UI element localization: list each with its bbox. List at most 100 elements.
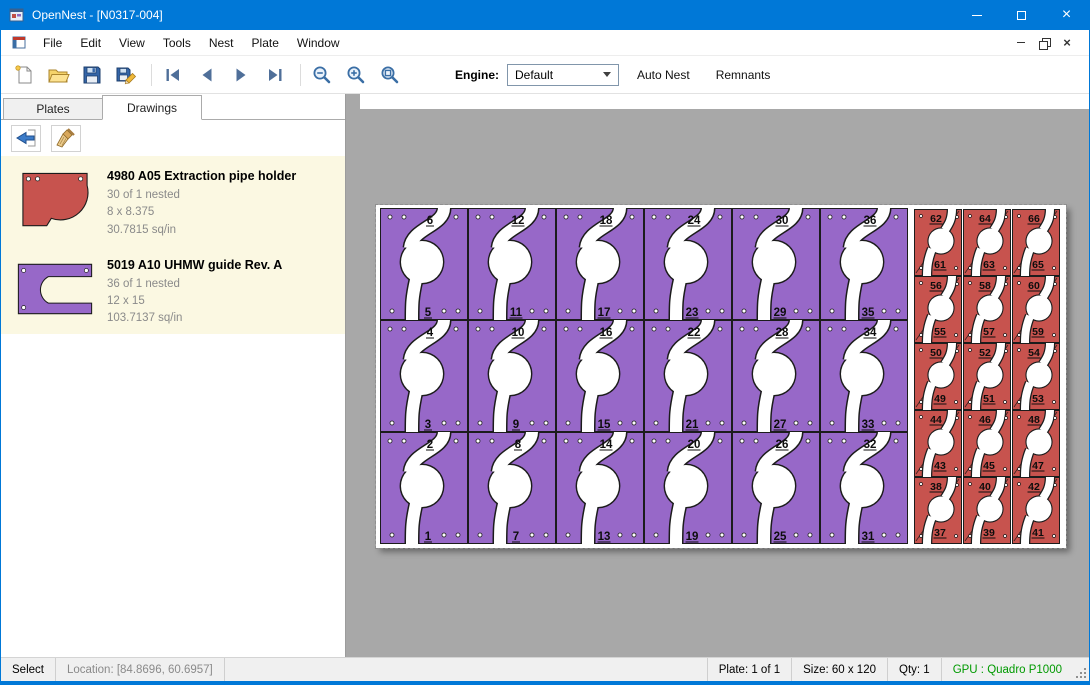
- menu-item-edit[interactable]: Edit: [71, 31, 110, 55]
- svg-text:16: 16: [600, 327, 613, 339]
- window-controls: ×: [954, 0, 1089, 30]
- save-icon: [81, 64, 103, 86]
- zoom-in-button[interactable]: [341, 60, 371, 90]
- svg-text:44: 44: [930, 414, 942, 426]
- minimize-icon: [972, 15, 982, 16]
- engine-selected-value: Default: [515, 68, 553, 82]
- svg-text:21: 21: [686, 419, 699, 431]
- drawing-info: 5019 A10 UHMW guide Rev. A 36 of 1 neste…: [107, 251, 282, 328]
- svg-text:19: 19: [686, 531, 699, 543]
- plate[interactable]: 6512111817242330293635431091615222128273…: [376, 205, 1066, 548]
- svg-text:32: 32: [864, 439, 877, 451]
- svg-text:31: 31: [862, 531, 875, 543]
- svg-text:6: 6: [427, 215, 433, 227]
- save-as-button[interactable]: [111, 60, 141, 90]
- svg-text:10: 10: [512, 327, 525, 339]
- zoom-fit-button[interactable]: [375, 60, 405, 90]
- minimize-button[interactable]: [954, 0, 999, 30]
- svg-text:23: 23: [686, 307, 699, 319]
- menu-item-tools[interactable]: Tools: [154, 31, 200, 55]
- svg-text:26: 26: [776, 439, 789, 451]
- svg-text:41: 41: [1032, 527, 1044, 539]
- menu-item-file[interactable]: File: [34, 31, 71, 55]
- menu-item-view[interactable]: View: [110, 31, 154, 55]
- zoom-out-button[interactable]: [307, 60, 337, 90]
- drawing-item-1[interactable]: 4980 A05 Extraction pipe holder 30 of 1 …: [1, 156, 345, 245]
- assign-part-button[interactable]: [11, 125, 41, 152]
- mdi-restore-icon: [1039, 38, 1049, 48]
- menu-item-nest[interactable]: Nest: [200, 31, 243, 55]
- svg-text:40: 40: [979, 481, 991, 493]
- status-spacer: [225, 658, 707, 681]
- auto-nest-button[interactable]: Auto Nest: [629, 62, 698, 88]
- drawing-block: 4980 A05 Extraction pipe holder 30 of 1 …: [1, 156, 345, 334]
- status-bar: Select Location: [84.8696, 60.6957] Plat…: [1, 657, 1089, 681]
- tab-drawings[interactable]: Drawings: [102, 95, 202, 120]
- tab-plates[interactable]: Plates: [3, 98, 103, 119]
- maximize-button[interactable]: [999, 0, 1044, 30]
- first-arrow-icon: [162, 64, 184, 86]
- prev-arrow-icon: [196, 64, 218, 86]
- svg-text:64: 64: [979, 213, 991, 225]
- menu-item-window[interactable]: Window: [288, 31, 349, 55]
- main-toolbar: Engine: Default Auto Nest Remnants: [1, 56, 1089, 94]
- svg-text:4: 4: [427, 327, 434, 339]
- drawing-item-2[interactable]: 5019 A10 UHMW guide Rev. A 36 of 1 neste…: [1, 245, 345, 334]
- svg-text:51: 51: [983, 393, 995, 405]
- clean-button[interactable]: [51, 125, 81, 152]
- new-button[interactable]: [9, 60, 39, 90]
- svg-text:2: 2: [427, 439, 433, 451]
- save-as-icon: [115, 64, 138, 86]
- menu-item-plate[interactable]: Plate: [243, 31, 288, 55]
- status-location: Location: [84.8696, 60.6957]: [56, 658, 225, 681]
- open-folder-icon: [47, 64, 70, 86]
- svg-text:46: 46: [979, 414, 991, 426]
- svg-text:17: 17: [598, 307, 611, 319]
- drawing-nested-count: 36 of 1 nested: [107, 276, 282, 293]
- save-button[interactable]: [77, 60, 107, 90]
- svg-text:50: 50: [930, 347, 942, 359]
- part-thumbnail: [5, 251, 105, 327]
- nav-prev-button[interactable]: [192, 60, 222, 90]
- open-button[interactable]: [43, 60, 73, 90]
- remnants-button[interactable]: Remnants: [708, 62, 779, 88]
- engine-select[interactable]: Default: [507, 64, 619, 86]
- svg-text:66: 66: [1028, 213, 1040, 225]
- canvas-top-strip: [360, 94, 1089, 109]
- drawing-area: 103.7137 sq/in: [107, 310, 282, 327]
- svg-text:25: 25: [774, 531, 787, 543]
- svg-text:5: 5: [425, 307, 432, 319]
- nav-first-button[interactable]: [158, 60, 188, 90]
- svg-text:42: 42: [1028, 481, 1040, 493]
- svg-text:18: 18: [600, 215, 613, 227]
- nav-last-button[interactable]: [260, 60, 290, 90]
- svg-text:65: 65: [1032, 259, 1044, 271]
- nav-next-button[interactable]: [226, 60, 256, 90]
- svg-text:12: 12: [512, 215, 525, 227]
- plate-svg[interactable]: 6512111817242330293635431091615222128273…: [376, 205, 1066, 548]
- svg-text:45: 45: [983, 460, 995, 472]
- svg-text:11: 11: [510, 307, 523, 319]
- drawing-size: 8 x 8.375: [107, 204, 296, 221]
- drawing-title: 5019 A10 UHMW guide Rev. A: [107, 258, 282, 272]
- close-icon: ×: [1062, 7, 1071, 23]
- mdi-close-button[interactable]: ×: [1057, 34, 1077, 52]
- svg-text:3: 3: [425, 419, 431, 431]
- svg-text:37: 37: [934, 527, 946, 539]
- svg-text:56: 56: [930, 280, 942, 292]
- resize-grip[interactable]: [1073, 658, 1089, 681]
- main-area: Plates Drawings: [1, 94, 1089, 657]
- svg-text:55: 55: [934, 326, 946, 338]
- svg-text:43: 43: [934, 460, 946, 472]
- drawing-nested-count: 30 of 1 nested: [107, 187, 296, 204]
- mdi-restore-button[interactable]: [1034, 34, 1054, 52]
- svg-text:48: 48: [1028, 414, 1040, 426]
- part-thumbnail: [5, 162, 105, 238]
- nest-canvas[interactable]: 6512111817242330293635431091615222128273…: [346, 94, 1089, 657]
- svg-text:58: 58: [979, 280, 991, 292]
- title-bar: OpenNest - [N0317-004] ×: [1, 0, 1089, 30]
- close-button[interactable]: ×: [1044, 0, 1089, 30]
- mdi-minimize-button[interactable]: [1011, 34, 1031, 52]
- svg-text:39: 39: [983, 527, 995, 539]
- assign-left-arrow-icon: [14, 127, 38, 149]
